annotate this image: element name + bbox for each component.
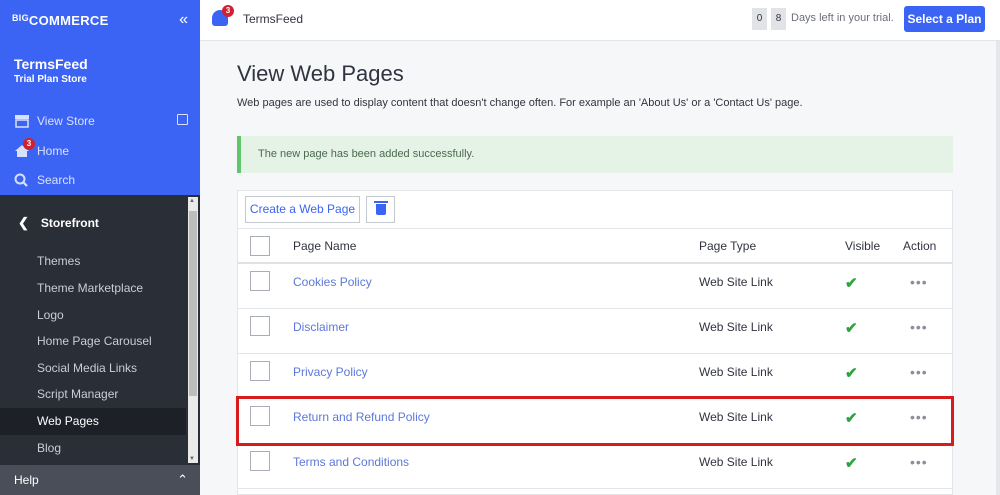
table-row: Privacy Policy Web Site Link ✔ •••: [238, 354, 952, 399]
sidebar-item-search[interactable]: Search: [14, 173, 75, 187]
home-icon: 3: [14, 138, 35, 158]
page-title: View Web Pages: [237, 61, 404, 86]
column-header-visible[interactable]: Visible: [845, 239, 880, 253]
storefront-section-back[interactable]: ❮ Storefront: [18, 215, 99, 231]
page-name-link[interactable]: Terms and Conditions: [293, 455, 409, 469]
store-switcher[interactable]: TermsFeed: [243, 12, 303, 26]
trial-text: Days left in your trial.: [791, 12, 894, 24]
sidebar-item-home-page-carousel[interactable]: Home Page Carousel: [0, 328, 186, 355]
visible-check-icon[interactable]: ✔: [845, 319, 858, 337]
delete-button[interactable]: [366, 196, 395, 223]
visible-check-icon[interactable]: ✔: [845, 409, 858, 427]
more-actions-icon[interactable]: •••: [910, 454, 928, 470]
chevron-left-icon: ❮: [18, 215, 29, 230]
select-all-checkbox[interactable]: [250, 236, 270, 256]
home-badge: 3: [23, 138, 35, 150]
store-name: TermsFeed: [14, 56, 88, 72]
external-link-icon: [177, 114, 188, 125]
store-plan: Trial Plan Store: [14, 74, 87, 85]
table-row: Return and Refund Policy Web Site Link ✔…: [238, 399, 952, 444]
row-checkbox[interactable]: [250, 316, 270, 336]
search-icon: [14, 173, 30, 187]
sidebar-item-web-pages[interactable]: Web Pages: [0, 408, 186, 435]
sidebar-item-theme-marketplace[interactable]: Theme Marketplace: [0, 275, 186, 302]
column-header-page-type[interactable]: Page Type: [699, 239, 756, 253]
column-header-action: Action: [903, 239, 937, 253]
sidebar-item-themes[interactable]: Themes: [0, 248, 186, 275]
sidebar-header: BIGCOMMERCE « TermsFeed Trial Plan Store…: [0, 0, 200, 195]
storefront-icon: [14, 114, 30, 128]
visible-check-icon[interactable]: ✔: [845, 454, 858, 472]
notification-badge: 3: [222, 5, 234, 17]
visible-check-icon[interactable]: ✔: [845, 364, 858, 382]
storefront-menu: ❮ Storefront Themes Theme Marketplace Lo…: [0, 195, 200, 465]
page-name-link[interactable]: Return and Refund Policy: [293, 410, 430, 424]
view-store-link[interactable]: View Store: [14, 114, 188, 128]
chevron-up-icon: ⌃: [177, 472, 188, 487]
trial-days-digit: 8: [771, 8, 786, 30]
table-row: Disclaimer Web Site Link ✔ •••: [238, 309, 952, 354]
select-plan-button[interactable]: Select a Plan: [904, 6, 985, 32]
sidebar-scrollbar[interactable]: ▲ ▼: [188, 197, 198, 463]
row-checkbox[interactable]: [250, 271, 270, 291]
sidebar: BIGCOMMERCE « TermsFeed Trial Plan Store…: [0, 0, 200, 495]
sidebar-item-social-media-links[interactable]: Social Media Links: [0, 355, 186, 382]
top-bar: 3 TermsFeed 0 8 Days left in your trial.…: [200, 0, 1000, 41]
row-checkbox[interactable]: [250, 406, 270, 426]
help-menu[interactable]: Help ⌃: [0, 465, 200, 495]
page-scrollbar[interactable]: [996, 41, 1000, 495]
sidebar-item-home[interactable]: 3 Home: [14, 138, 69, 158]
trial-days-digit: 0: [752, 8, 767, 30]
table-row: Terms and Conditions Web Site Link ✔ •••: [238, 444, 952, 489]
page-type: Web Site Link: [699, 455, 773, 469]
bigcommerce-logo[interactable]: BIGCOMMERCE: [12, 13, 109, 28]
more-actions-icon[interactable]: •••: [910, 364, 928, 380]
page-type: Web Site Link: [699, 365, 773, 379]
collapse-sidebar-icon[interactable]: «: [179, 11, 188, 29]
sidebar-item-script-manager[interactable]: Script Manager: [0, 381, 186, 408]
sidebar-item-blog[interactable]: Blog: [0, 435, 186, 462]
page-type: Web Site Link: [699, 320, 773, 334]
page-name-link[interactable]: Privacy Policy: [293, 365, 368, 379]
visible-check-icon[interactable]: ✔: [845, 274, 858, 292]
more-actions-icon[interactable]: •••: [910, 274, 928, 290]
divider: [238, 228, 952, 229]
more-actions-icon[interactable]: •••: [910, 409, 928, 425]
page-name-link[interactable]: Cookies Policy: [293, 275, 372, 289]
page-type: Web Site Link: [699, 275, 773, 289]
create-web-page-button[interactable]: Create a Web Page: [245, 196, 360, 223]
row-checkbox[interactable]: [250, 451, 270, 471]
row-checkbox[interactable]: [250, 361, 270, 381]
sidebar-item-logo[interactable]: Logo: [0, 302, 186, 329]
more-actions-icon[interactable]: •••: [910, 319, 928, 335]
page-name-link[interactable]: Disclaimer: [293, 320, 349, 334]
web-pages-table: Create a Web Page Page Name Page Type Vi…: [237, 190, 953, 495]
trash-icon: [374, 201, 388, 215]
column-header-page-name[interactable]: Page Name: [293, 239, 356, 253]
success-alert: The new page has been added successfully…: [237, 136, 953, 173]
sidebar-scrollbar-thumb[interactable]: [189, 211, 197, 396]
page-type: Web Site Link: [699, 410, 773, 424]
scroll-up-arrow-icon[interactable]: ▲: [189, 198, 195, 204]
table-row: Cookies Policy Web Site Link ✔ •••: [238, 264, 952, 309]
scroll-down-arrow-icon[interactable]: ▼: [189, 456, 195, 462]
page-description: Web pages are used to display content th…: [237, 97, 803, 109]
